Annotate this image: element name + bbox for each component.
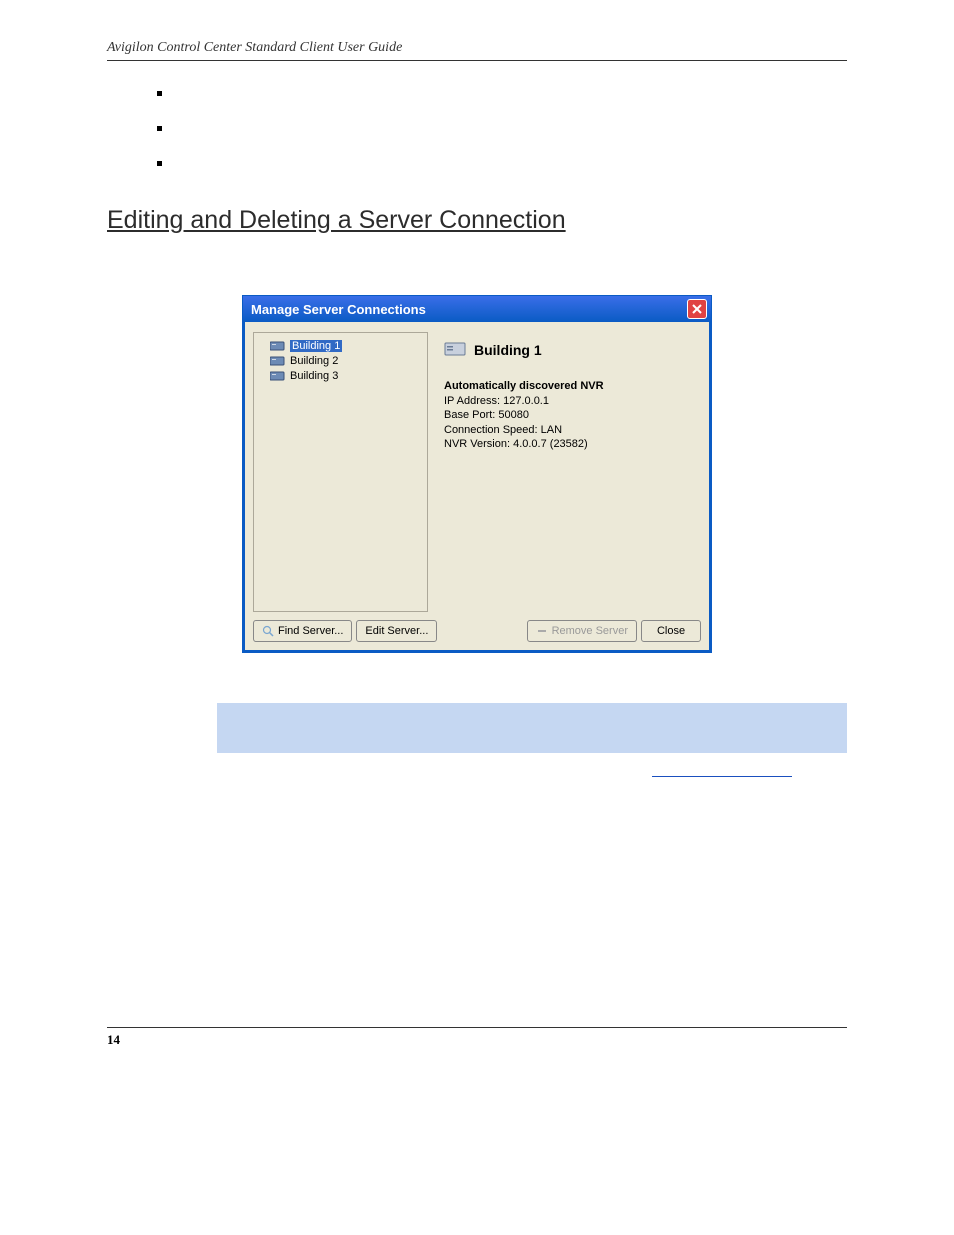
close-icon [691,303,703,315]
window-button-row: Find Server... Edit Server... Remove Ser… [243,616,711,652]
tree-item-building-2[interactable]: Building 2 [268,354,423,368]
bullet-item [157,161,162,166]
detail-speed: Connection Speed: LAN [444,423,695,437]
highlighted-region [217,703,847,753]
tree-item-label: Building 2 [290,355,338,367]
bullet-item [157,126,162,131]
search-icon [262,625,274,637]
tree-item-label: Building 3 [290,370,338,382]
server-large-icon [444,340,468,360]
detail-subtitle: Automatically discovered NVR [444,380,695,392]
bullet-item [157,91,162,96]
server-tree[interactable]: Building 1 Building 2 [253,332,428,612]
find-server-button[interactable]: Find Server... [253,620,352,642]
page-header: Avigilon Control Center Standard Client … [107,40,847,61]
remove-icon [536,625,548,637]
server-icon [270,355,286,367]
tree-item-building-1[interactable]: Building 1 [268,339,423,353]
window-title: Manage Server Connections [251,302,426,317]
remove-server-button: Remove Server [527,620,637,642]
detail-version: NVR Version: 4.0.0.7 (23582) [444,437,695,451]
detail-port: Base Port: 50080 [444,408,695,422]
close-label: Close [657,625,685,637]
detail-ip: IP Address: 127.0.0.1 [444,394,695,408]
detail-header: Building 1 [444,340,695,360]
manage-server-connections-window: Manage Server Connections [242,295,712,653]
edit-server-label: Edit Server... [365,625,428,637]
figure-container: Manage Server Connections [107,295,847,653]
window-body: Building 1 Building 2 [243,322,711,616]
redacted-link[interactable] [652,763,792,777]
section-title: Editing and Deleting a Server Connection [107,206,847,235]
page-number: 14 [107,1032,120,1047]
window-titlebar: Manage Server Connections [243,296,711,322]
bullet-list [157,91,847,166]
server-icon [270,340,286,352]
server-icon [270,370,286,382]
close-button[interactable] [687,299,707,319]
tree-item-building-3[interactable]: Building 3 [268,369,423,383]
document-page: Avigilon Control Center Standard Client … [107,40,847,1048]
close-window-button[interactable]: Close [641,620,701,642]
find-server-label: Find Server... [278,625,343,637]
page-footer: 14 [107,1027,847,1048]
tree-item-label: Building 1 [290,340,342,352]
server-detail-panel: Building 1 Automatically discovered NVR … [438,332,701,612]
remove-server-label: Remove Server [552,625,628,637]
edit-server-button[interactable]: Edit Server... [356,620,437,642]
detail-title: Building 1 [474,342,542,358]
